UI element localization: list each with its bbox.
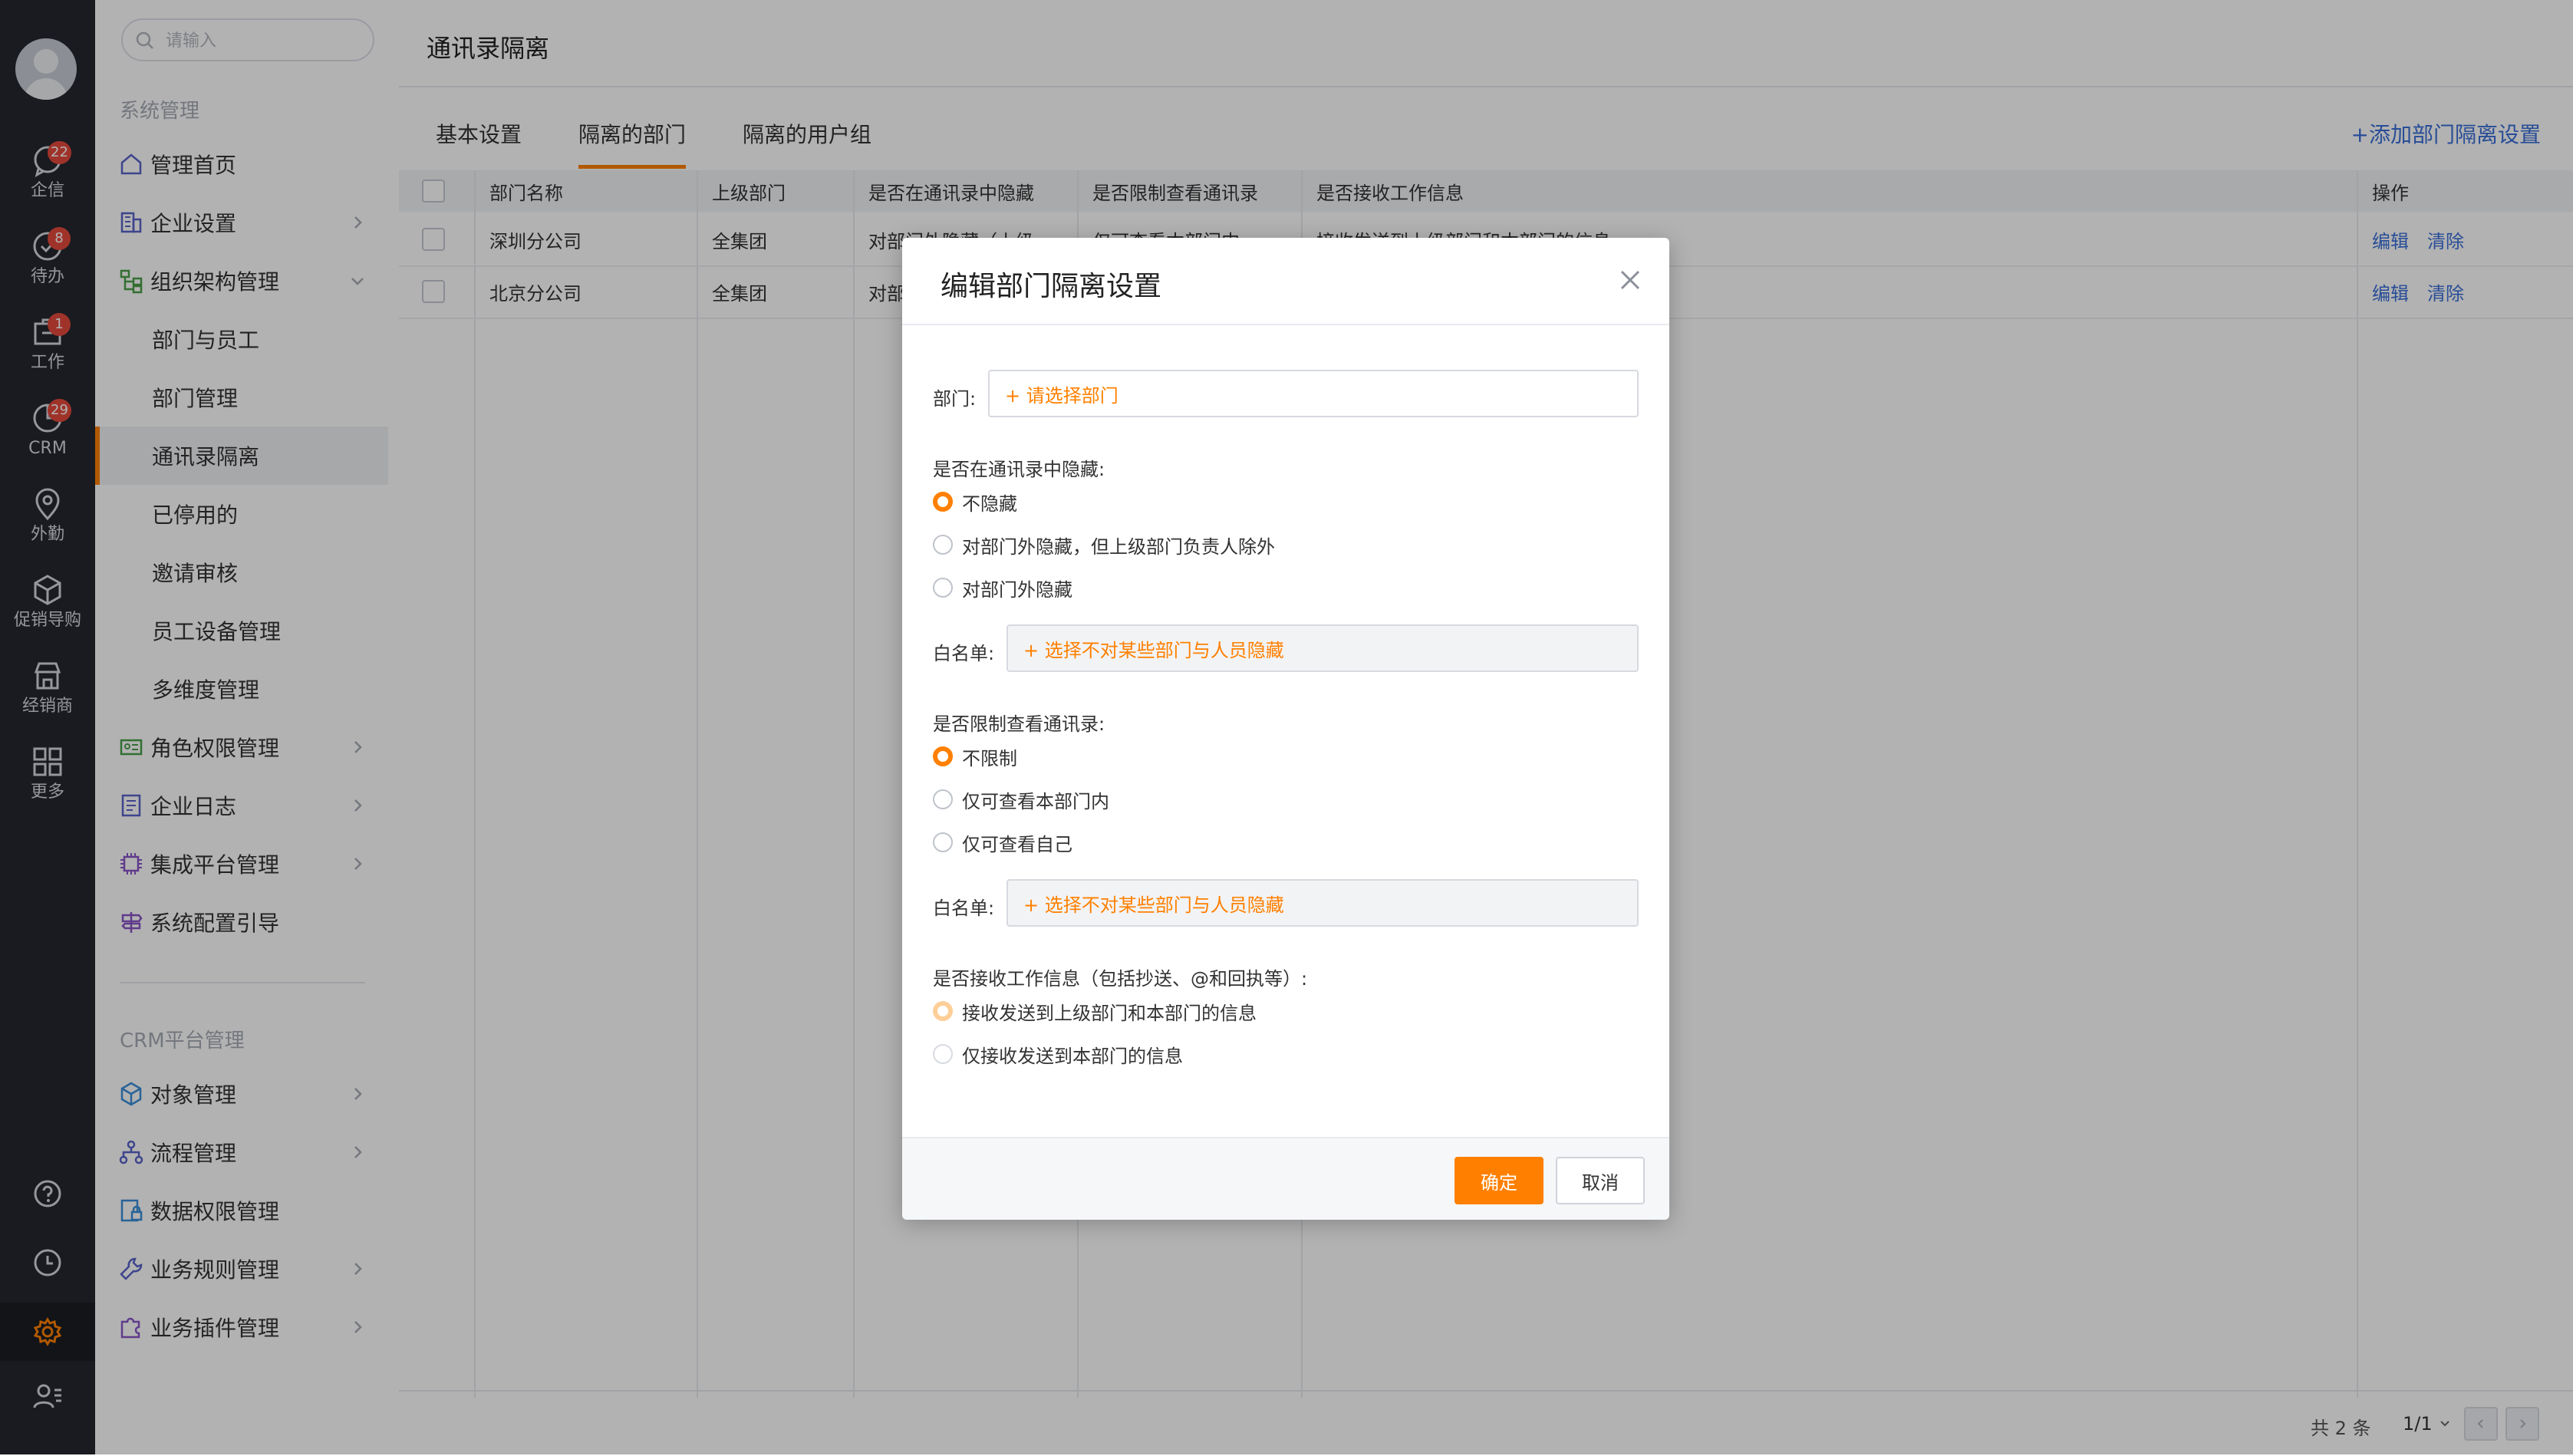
q-receive-label: 是否接收工作信息（包括抄送、@和回执等）: xyxy=(933,968,1308,990)
radio-not-hide[interactable]: 不隐藏 xyxy=(933,488,1017,516)
radio-own-dept-only[interactable]: 仅可查看本部门内 xyxy=(933,786,1109,813)
dialog-title: 编辑部门隔离设置 xyxy=(941,271,1162,302)
radio-circle xyxy=(933,578,953,598)
radio-label: 不隐藏 xyxy=(962,492,1017,515)
radio-label: 对部门外隐藏，但上级部门负责人除外 xyxy=(962,535,1275,558)
radio-no-limit[interactable]: 不限制 xyxy=(933,743,1017,770)
confirm-button[interactable]: 确定 xyxy=(1455,1157,1543,1204)
dept-select-field[interactable]: + 请选择部门 xyxy=(988,370,1639,417)
radio-receive-parent-and-own[interactable]: 接收发送到上级部门和本部门的信息 xyxy=(933,997,1257,1025)
whitelist-hide-field[interactable]: + 选择不对某些部门与人员隐藏 xyxy=(1006,624,1639,672)
whitelist-label: 白名单: xyxy=(933,643,995,664)
radio-label: 仅可查看本部门内 xyxy=(962,790,1109,812)
edit-dept-isolation-dialog: 编辑部门隔离设置 部门: + 请选择部门 是否在通讯录中隐藏: 不隐藏 对部门外… xyxy=(902,238,1669,1220)
cancel-button[interactable]: 取消 xyxy=(1556,1157,1645,1204)
radio-circle-checked xyxy=(933,492,953,512)
whitelist-label: 白名单: xyxy=(933,898,995,919)
radio-label: 不限制 xyxy=(962,747,1017,769)
radio-circle xyxy=(933,789,953,809)
radio-hide-except-leader[interactable]: 对部门外隐藏，但上级部门负责人除外 xyxy=(933,531,1275,558)
close-icon[interactable] xyxy=(1617,267,1643,293)
radio-receive-own-only[interactable]: 仅接收发送到本部门的信息 xyxy=(933,1040,1183,1068)
dialog-footer: 确定 取消 xyxy=(902,1137,1669,1220)
q-hide-label: 是否在通讯录中隐藏: xyxy=(933,459,1105,480)
radio-label: 仅接收发送到本部门的信息 xyxy=(962,1045,1183,1067)
radio-circle xyxy=(933,1044,953,1064)
whitelist-limit-field[interactable]: + 选择不对某些部门与人员隐藏 xyxy=(1006,879,1639,927)
radio-circle xyxy=(933,832,953,852)
radio-label: 仅可查看自己 xyxy=(962,833,1072,855)
radio-hide-outside[interactable]: 对部门外隐藏 xyxy=(933,574,1072,601)
radio-circle-checked xyxy=(933,746,953,766)
radio-label: 对部门外隐藏 xyxy=(962,578,1072,601)
radio-circle-checked xyxy=(933,1001,953,1021)
radio-circle xyxy=(933,535,953,555)
radio-self-only[interactable]: 仅可查看自己 xyxy=(933,828,1072,856)
dept-label: 部门: xyxy=(933,388,977,410)
radio-label: 接收发送到上级部门和本部门的信息 xyxy=(962,1002,1257,1024)
q-limit-label: 是否限制查看通讯录: xyxy=(933,713,1105,735)
